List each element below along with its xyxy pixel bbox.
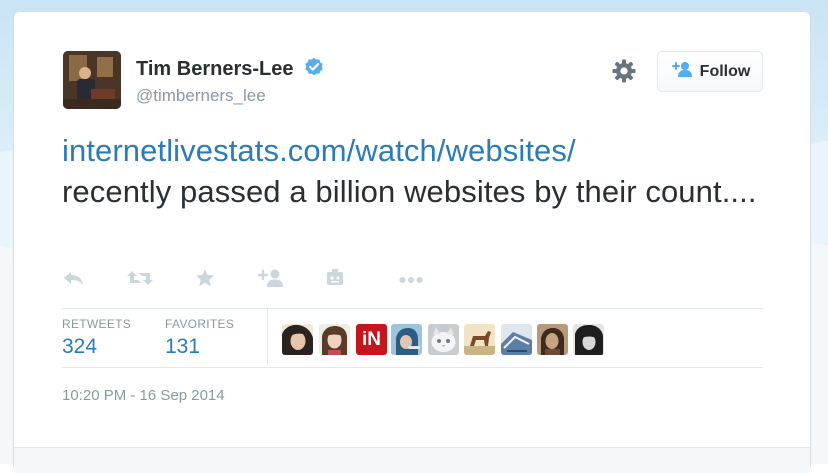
favoriter-avatar[interactable] — [537, 324, 568, 355]
favoriter-avatar[interactable] — [282, 324, 313, 355]
user-avatar[interactable] — [63, 51, 121, 109]
retweet-button[interactable] — [127, 268, 153, 292]
embed-icon — [325, 268, 345, 293]
gear-icon[interactable] — [611, 58, 637, 84]
reply-button[interactable] — [63, 268, 85, 292]
divider — [62, 308, 763, 309]
follow-button-label: Follow — [699, 62, 751, 80]
favoriter-avatar[interactable] — [428, 324, 459, 355]
tweet-timestamp[interactable]: 10:20 PM - 16 Sep 2014 — [62, 387, 225, 404]
retweets-label: RETWEETS — [62, 317, 132, 331]
tweet-text: internetlivestats.com/watch/websites/ re… — [62, 130, 762, 212]
follow-button[interactable]: Follow — [657, 51, 763, 92]
favoriter-avatar[interactable] — [501, 324, 532, 355]
favorites-stat[interactable]: FAVORITES 131 — [165, 317, 234, 359]
verified-badge-icon — [304, 57, 324, 82]
divider — [62, 367, 763, 368]
favorite-button[interactable] — [195, 268, 215, 292]
more-button[interactable] — [399, 268, 423, 292]
tweet-link[interactable]: internetlivestats.com/watch/websites/ — [62, 133, 576, 168]
retweets-count[interactable]: 324 — [62, 335, 131, 359]
favoriter-avatar[interactable] — [464, 324, 495, 355]
retweet-icon — [127, 269, 153, 292]
embed-button[interactable] — [325, 268, 345, 292]
favorites-count[interactable]: 131 — [165, 335, 234, 359]
follow-icon — [257, 269, 283, 292]
favoriter-avatar[interactable] — [573, 324, 604, 355]
favorite-icon — [195, 268, 215, 293]
tweet-card: Tim Berners-Lee @timberners_lee Follow i… — [13, 11, 811, 473]
card-footer — [14, 447, 810, 473]
user-screen-name[interactable]: @timberners_lee — [136, 86, 266, 106]
favoriter-avatar[interactable]: iN — [356, 324, 387, 355]
tweet-body: recently passed a billion websites by th… — [62, 174, 757, 209]
favoriter-avatar[interactable] — [391, 324, 422, 355]
user-full-name[interactable]: Tim Berners-Lee — [136, 58, 293, 80]
favoriter-avatar[interactable] — [319, 324, 350, 355]
add-user-icon — [670, 61, 692, 82]
user-name-row[interactable]: Tim Berners-Lee — [136, 57, 324, 82]
stats-separator — [267, 309, 268, 365]
reply-icon — [63, 270, 85, 291]
favoriter-avatar-text: iN — [362, 328, 381, 350]
retweets-stat[interactable]: RETWEETS 324 — [62, 317, 131, 359]
more-icon — [399, 271, 423, 289]
follow-user-button[interactable] — [257, 268, 283, 292]
favorites-label: FAVORITES — [165, 317, 235, 331]
